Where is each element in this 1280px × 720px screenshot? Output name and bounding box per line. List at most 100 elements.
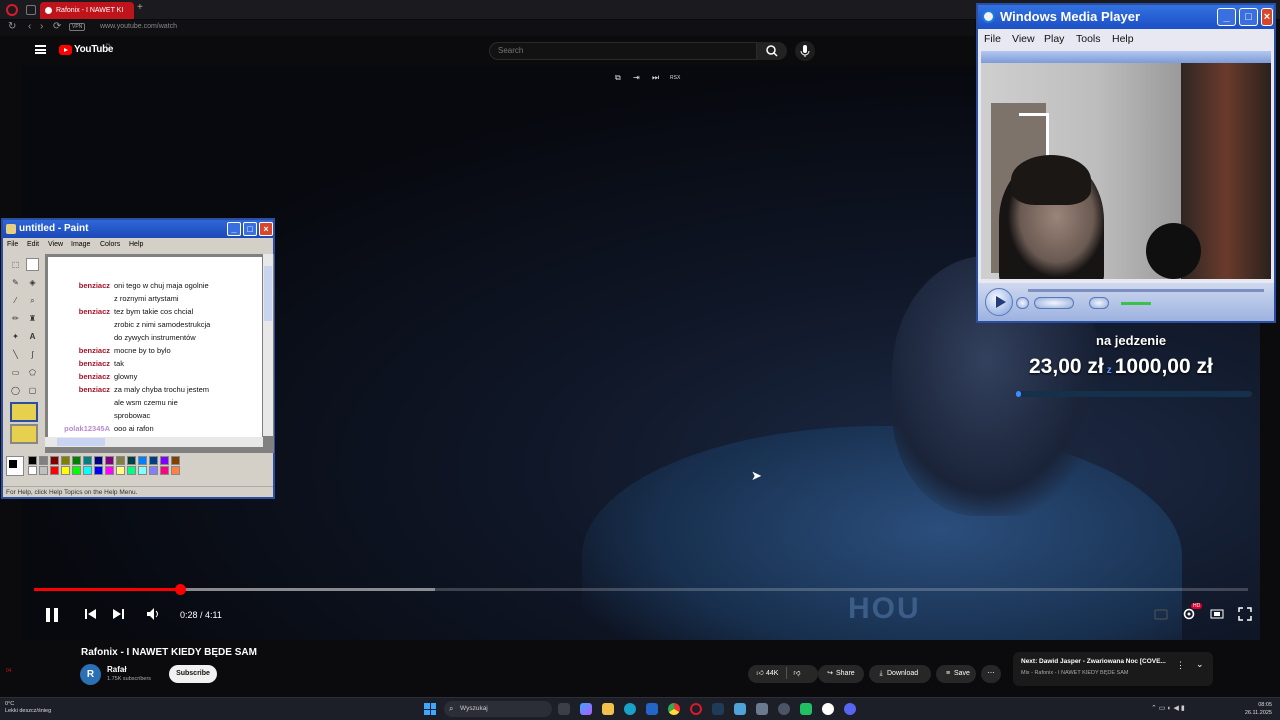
palette-color[interactable] <box>61 466 70 475</box>
vertical-scrollbar[interactable] <box>263 254 273 436</box>
current-colors[interactable] <box>6 456 24 476</box>
palette-color[interactable] <box>105 456 114 465</box>
download-button[interactable]: ⤓ Download <box>869 665 931 683</box>
polygon-icon[interactable]: ⬠ <box>26 366 39 379</box>
like-button[interactable]: 👍︎ 44K 👎︎ <box>748 665 818 683</box>
weather-widget[interactable]: 0°C Lekki deszcz/śnieg <box>5 701 51 715</box>
mute-icon[interactable] <box>1089 297 1109 309</box>
browser-tab[interactable]: Rafonix - I NAWET KI <box>40 2 134 19</box>
opera-logo-icon[interactable] <box>6 4 18 16</box>
start-icon[interactable] <box>424 703 436 715</box>
palette-color[interactable] <box>83 466 92 475</box>
palette-color[interactable] <box>116 456 125 465</box>
reload-icon[interactable]: ↻ <box>8 21 16 32</box>
skip-icon[interactable]: ⏭ <box>652 73 659 83</box>
menu-colors[interactable]: Colors <box>100 241 120 248</box>
text-icon[interactable]: A <box>26 330 39 343</box>
rect-select-icon[interactable] <box>26 258 39 271</box>
steam-icon[interactable] <box>712 703 724 715</box>
paint-canvas[interactable]: benziacz oni tego w chuj maja ogolnie z ro… <box>48 257 262 437</box>
palette-color[interactable] <box>72 456 81 465</box>
rsx-icon[interactable]: RSX <box>670 75 680 81</box>
media-player-titlebar[interactable]: Windows Media Player _ □ × <box>978 5 1274 29</box>
minimize-button[interactable]: _ <box>227 222 241 236</box>
refresh-icon[interactable]: ⟳ <box>53 21 61 32</box>
progress-scrubber[interactable] <box>174 584 186 595</box>
forward-icon[interactable]: › <box>40 21 43 32</box>
palette-color[interactable] <box>149 456 158 465</box>
progress-bar[interactable] <box>34 584 1248 595</box>
settings-icon[interactable] <box>1182 607 1196 621</box>
menu-view[interactable]: View <box>48 241 63 248</box>
maximize-button[interactable]: □ <box>243 222 257 236</box>
search-button[interactable] <box>757 42 787 60</box>
miniplayer-icon[interactable]: ⧉ <box>615 73 621 83</box>
share-button[interactable]: ↪ Share <box>818 665 864 683</box>
palette-color[interactable] <box>50 456 59 465</box>
palette-color[interactable] <box>160 466 169 475</box>
kebab-menu-icon[interactable]: ⋮ <box>1176 660 1185 671</box>
palette-color[interactable] <box>83 456 92 465</box>
youtube-logo-icon[interactable] <box>59 45 72 55</box>
eraser-icon[interactable]: ✎ <box>9 276 22 289</box>
fill-style-option-icon[interactable] <box>10 402 38 422</box>
system-tray[interactable]: ⌃ ▭ ◐ ◀︎ ▮ <box>1151 704 1185 712</box>
menu-image[interactable]: Image <box>71 241 90 248</box>
theater-mode-icon[interactable] <box>1210 607 1224 621</box>
brush-icon[interactable]: ♜ <box>26 312 39 325</box>
palette-color[interactable] <box>171 456 180 465</box>
palette-color[interactable] <box>149 466 158 475</box>
channel-name[interactable]: Rafał <box>107 665 127 674</box>
menu-tools[interactable]: Tools <box>1076 33 1101 45</box>
paint-titlebar[interactable]: untitled - Paint _ □ × <box>3 220 273 238</box>
paint-window[interactable]: untitled - Paint _ □ × File Edit View Im… <box>1 218 275 499</box>
taskbar-clock[interactable]: 08:05 26.11.2025 <box>1238 701 1272 717</box>
palette-color[interactable] <box>127 456 136 465</box>
palette-color[interactable] <box>50 466 59 475</box>
palette-color[interactable] <box>61 456 70 465</box>
media-player-taskbar-icon[interactable] <box>822 703 834 715</box>
subtitles-icon[interactable] <box>1154 607 1168 621</box>
spotify-icon[interactable] <box>800 703 812 715</box>
close-button[interactable]: × <box>259 222 273 236</box>
menu-help[interactable]: Help <box>129 241 143 248</box>
rounded-rect-icon[interactable]: ▢ <box>26 384 39 397</box>
fullscreen-icon[interactable] <box>1238 607 1252 621</box>
magnifier-icon[interactable]: ⌕ <box>26 294 39 307</box>
file-explorer-icon[interactable] <box>602 703 614 715</box>
airbrush-icon[interactable]: ✦ <box>9 330 22 343</box>
copilot-icon[interactable] <box>580 703 592 715</box>
line-icon[interactable]: ╲ <box>9 348 22 361</box>
tabs-icon[interactable] <box>26 5 36 15</box>
menu-icon[interactable] <box>35 45 46 54</box>
discord-icon[interactable] <box>844 703 856 715</box>
more-actions-button[interactable]: ⋯ <box>981 665 1001 683</box>
save-button[interactable]: ≡ Save <box>936 665 976 683</box>
app-icon-2[interactable] <box>756 703 768 715</box>
menu-file[interactable]: File <box>7 241 18 248</box>
close-button[interactable]: × <box>1261 8 1273 26</box>
taskbar-search[interactable]: ⌕ Wyszukaj <box>444 701 552 717</box>
pause-icon[interactable] <box>46 608 58 622</box>
palette-color[interactable] <box>160 456 169 465</box>
menu-edit[interactable]: Edit <box>27 241 39 248</box>
url-field[interactable]: www.youtube.com/watch <box>100 23 177 30</box>
maximize-button[interactable]: □ <box>1239 8 1258 26</box>
app-icon-1[interactable] <box>734 703 746 715</box>
chevron-down-icon[interactable]: ⌄ <box>1196 659 1204 670</box>
vpn-badge[interactable]: VPN <box>69 23 86 31</box>
palette-color[interactable] <box>171 466 180 475</box>
volume-icon[interactable] <box>146 607 160 621</box>
palette-color[interactable] <box>127 466 136 475</box>
volume-slider[interactable] <box>1121 302 1151 305</box>
pencil-icon[interactable]: ✏ <box>9 312 22 325</box>
edge-icon[interactable] <box>624 703 636 715</box>
voice-search-button[interactable] <box>795 41 815 61</box>
menu-help[interactable]: Help <box>1112 33 1134 45</box>
prev-next-icon[interactable] <box>1034 297 1074 309</box>
palette-color[interactable] <box>94 456 103 465</box>
exit-icon[interactable]: ⇥ <box>633 73 640 82</box>
settings-icon[interactable] <box>778 703 790 715</box>
palette-color[interactable] <box>39 466 48 475</box>
task-view-icon[interactable] <box>558 703 570 715</box>
